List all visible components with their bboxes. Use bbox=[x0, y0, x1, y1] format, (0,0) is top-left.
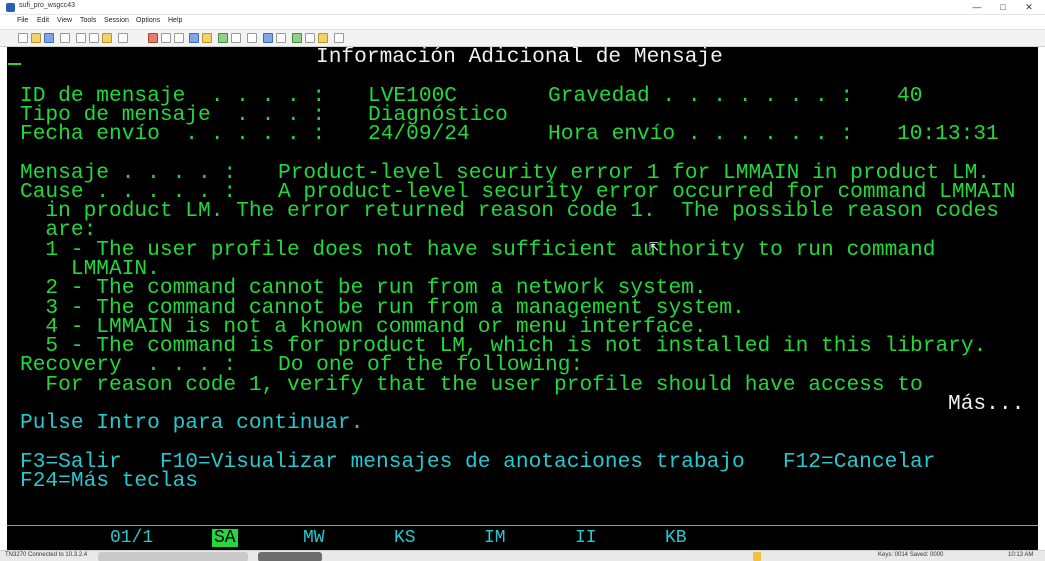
taskbar-item[interactable] bbox=[98, 552, 248, 561]
help-icon[interactable] bbox=[334, 33, 344, 43]
redo-icon[interactable] bbox=[148, 33, 158, 43]
terminal-screen[interactable]: Información Adicional de Mensaje ID de m… bbox=[7, 47, 1038, 550]
taskbar-item[interactable] bbox=[258, 552, 322, 561]
time-value: 10:13:31 bbox=[897, 122, 999, 146]
page-indicator: 01/1 bbox=[110, 528, 154, 548]
time-label: Hora envío . . . . . . : bbox=[548, 122, 854, 146]
receive-icon[interactable] bbox=[305, 33, 315, 43]
date-value: 24/09/24 bbox=[368, 122, 470, 146]
status-sa: SA bbox=[212, 528, 238, 548]
more-indicator: Más... bbox=[948, 392, 1025, 416]
close-button[interactable]: ✕ bbox=[1018, 1, 1040, 13]
severity-value: 40 bbox=[897, 84, 923, 108]
status-im: IM bbox=[484, 528, 506, 548]
back-icon[interactable] bbox=[161, 33, 171, 43]
settings-icon[interactable] bbox=[231, 33, 241, 43]
mouse-pointer-icon: ⇱ bbox=[649, 240, 660, 254]
terminal-status-bar: 01/1 SA MW KS IM II KB bbox=[7, 526, 1038, 550]
toolbar bbox=[0, 29, 1045, 47]
cause-line: in product LM. The error returned reason… bbox=[20, 199, 1000, 223]
lock-icon bbox=[753, 552, 761, 561]
keyboard-icon[interactable] bbox=[318, 33, 328, 43]
keys-counter: Keys: 0014 Saved: 0000 bbox=[878, 552, 944, 558]
status-mw: MW bbox=[303, 528, 325, 548]
status-kb: KB bbox=[665, 528, 687, 548]
menu-view[interactable]: View bbox=[57, 17, 72, 24]
disconnect-icon[interactable] bbox=[276, 33, 286, 43]
cut-icon[interactable] bbox=[76, 33, 86, 43]
macro-icon[interactable] bbox=[218, 33, 228, 43]
window-titlebar: sufi_pro_wsgcc43 — □ ✕ bbox=[0, 0, 1045, 15]
send-icon[interactable] bbox=[292, 33, 302, 43]
connect-icon[interactable] bbox=[263, 33, 273, 43]
status-ii: II bbox=[575, 528, 597, 548]
maximize-button[interactable]: □ bbox=[992, 1, 1014, 13]
menu-edit[interactable]: Edit bbox=[37, 17, 49, 24]
window-title: sufi_pro_wsgcc43 bbox=[19, 2, 76, 9]
recovery-line: For reason code 1, verify that the user … bbox=[20, 373, 923, 397]
minimize-button[interactable]: — bbox=[966, 1, 988, 13]
status-ks: KS bbox=[394, 528, 416, 548]
new-icon[interactable] bbox=[18, 33, 28, 43]
open-icon[interactable] bbox=[31, 33, 41, 43]
date-label: Fecha envío . . . . . : bbox=[20, 122, 326, 146]
paste-icon[interactable] bbox=[102, 33, 112, 43]
undo-icon[interactable] bbox=[118, 33, 128, 43]
zoom-icon[interactable] bbox=[247, 33, 257, 43]
continue-prompt: Pulse Intro para continuar. bbox=[20, 411, 364, 435]
screen-header: Información Adicional de Mensaje bbox=[316, 47, 723, 69]
home-icon[interactable] bbox=[202, 33, 212, 43]
forward-icon[interactable] bbox=[174, 33, 184, 43]
refresh-icon[interactable] bbox=[189, 33, 199, 43]
connection-status: TN3270 Connected to 10.3.2.4 bbox=[5, 552, 88, 558]
text-cursor bbox=[8, 63, 21, 65]
app-icon bbox=[6, 3, 15, 12]
menu-file[interactable]: File bbox=[17, 17, 28, 24]
menu-bar: File Edit View Tools Session Options Hel… bbox=[0, 15, 1045, 29]
function-keys-more[interactable]: F24=Más teclas bbox=[20, 470, 198, 491]
menu-options[interactable]: Options bbox=[136, 17, 160, 24]
save-icon[interactable] bbox=[44, 33, 54, 43]
clock: 10:13 AM bbox=[1008, 552, 1034, 558]
bottom-status-strip: TN3270 Connected to 10.3.2.4 Keys: 0014 … bbox=[0, 550, 1045, 561]
menu-session[interactable]: Session bbox=[104, 17, 129, 24]
menu-help[interactable]: Help bbox=[168, 17, 182, 24]
copy-icon[interactable] bbox=[89, 33, 99, 43]
menu-tools[interactable]: Tools bbox=[80, 17, 96, 24]
severity-label: Gravedad . . . . . . . : bbox=[548, 84, 854, 108]
print-icon[interactable] bbox=[60, 33, 70, 43]
